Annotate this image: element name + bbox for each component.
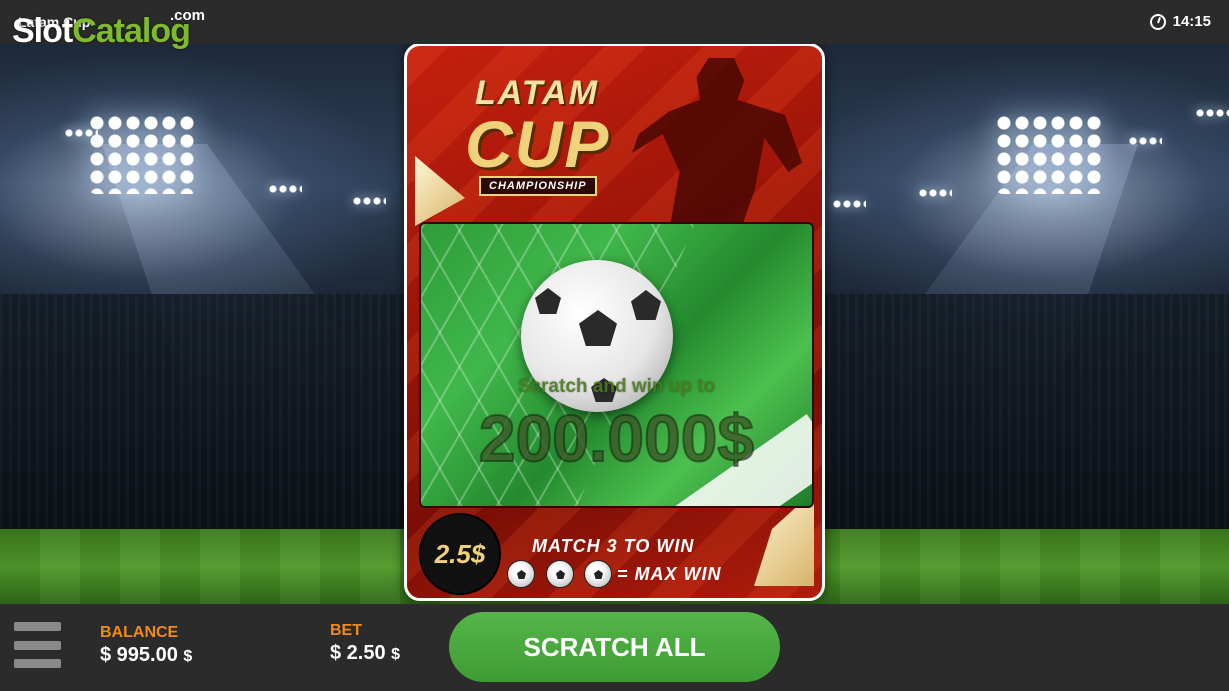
scratch-all-button[interactable]: SCRATCH ALL — [449, 612, 780, 682]
menu-line — [14, 640, 61, 650]
card-title-badge: CHAMPIONSHIP — [479, 176, 597, 196]
scratch-card: LATAM CUP CHAMPIONSHIP Scratch and win u… — [404, 43, 825, 601]
balance-amount: $ 995.00 — [100, 644, 178, 666]
rule-match-3: MATCH 3 TO WIN — [532, 536, 695, 556]
ball-patch — [535, 288, 561, 314]
floodlight-right — [995, 114, 1105, 194]
floodlight-small — [352, 196, 386, 206]
card-title-cup: CUP — [465, 107, 611, 181]
bet-value[interactable]: $ 2.50 $ — [330, 642, 400, 665]
bottom-bar: BALANCE $ 995.00 $ BET $ 2.50 $ SCRATCH … — [0, 604, 1229, 691]
balance-label: BALANCE — [100, 624, 179, 641]
bet-unit: $ — [391, 646, 401, 663]
scratch-prompt: Scratch and win up to — [517, 376, 716, 397]
clock: 14:15 — [1149, 13, 1211, 30]
ticket-price-badge: 2.5$ — [419, 513, 501, 595]
soccer-ball-icon — [584, 560, 612, 588]
balance-value: $ 995.00 $ — [100, 644, 192, 667]
hamburger-menu-icon[interactable] — [14, 622, 61, 668]
logo-slot-text: Slot — [12, 12, 73, 50]
floodlight-left — [88, 114, 198, 194]
slotcatalog-logo: SlotCatalog .com — [12, 8, 205, 50]
soccer-ball-icon — [507, 560, 535, 588]
bet-label: BET — [330, 622, 362, 639]
clock-time: 14:15 — [1172, 13, 1211, 30]
ball-patch — [631, 290, 661, 320]
floodlight-small — [918, 188, 952, 198]
rule-max-win: = MAX WIN — [617, 564, 722, 584]
floodlight-small — [64, 128, 98, 138]
menu-line — [14, 659, 61, 668]
scratch-area[interactable]: Scratch and win up to 200.000$ — [419, 222, 814, 508]
logo-com-text: .com — [170, 7, 206, 24]
menu-line — [14, 622, 61, 631]
floodlight-small — [1195, 108, 1229, 118]
floodlight-small — [1128, 136, 1162, 146]
floodlight-small — [268, 184, 302, 194]
floodlight-small — [832, 199, 866, 209]
soccer-ball-icon — [546, 560, 574, 588]
max-prize-amount: 200.000$ — [478, 400, 755, 476]
balance-unit: $ — [183, 648, 193, 665]
bet-amount: $ 2.50 — [330, 642, 386, 664]
ball-patch — [579, 310, 617, 346]
clock-icon — [1149, 13, 1166, 30]
game-screen: Latam Cup 14:15 SlotCatalog .com LATAM C… — [0, 0, 1229, 691]
